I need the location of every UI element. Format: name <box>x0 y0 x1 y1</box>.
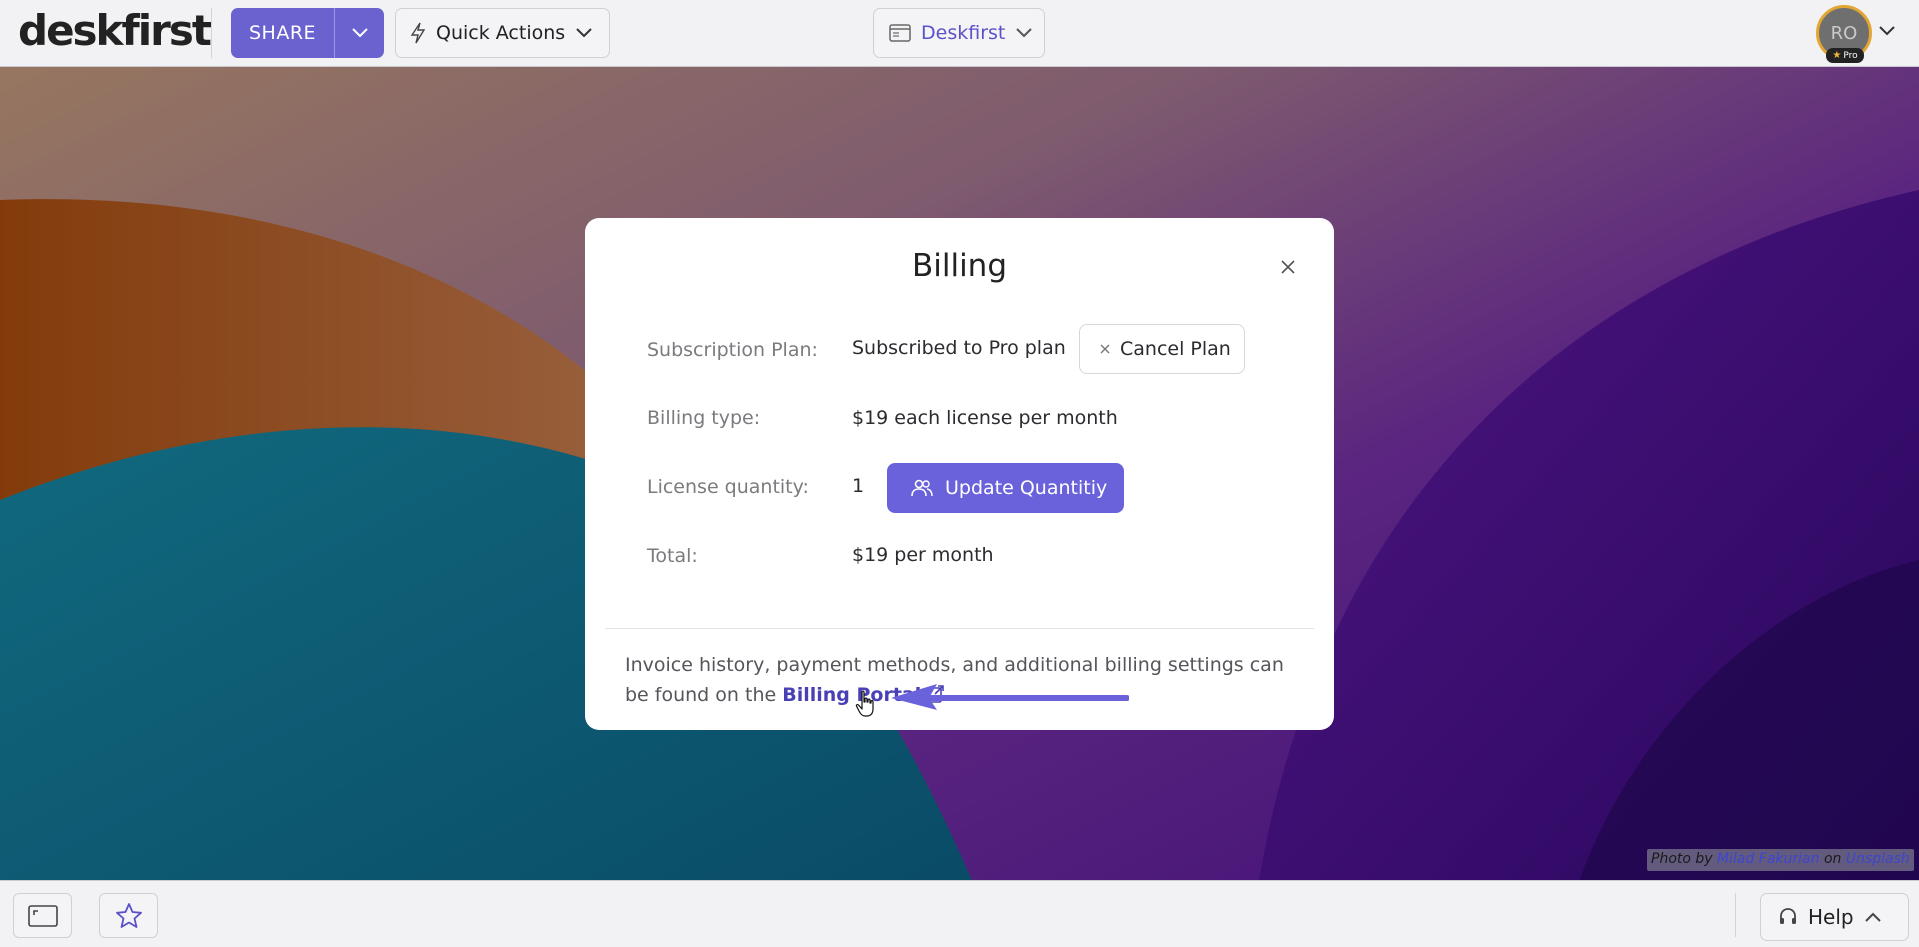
fullscreen-button[interactable] <box>13 893 72 938</box>
caret-down-icon <box>1016 28 1033 38</box>
lightning-icon <box>410 22 426 44</box>
share-button-group: SHARE <box>231 8 384 58</box>
workspace-selector[interactable]: Deskfirst <box>873 8 1045 58</box>
share-dropdown-button[interactable] <box>335 8 384 58</box>
modal-title: Billing <box>911 248 1008 284</box>
photo-credit: Photo by Milad Fakurian on Unsplash <box>1647 849 1914 871</box>
pro-badge: ★ Pro <box>1826 48 1864 63</box>
star-icon <box>115 902 142 928</box>
billing-type-value: $19 each license per month <box>852 407 1118 429</box>
close-icon <box>1281 260 1295 274</box>
topbar-divider <box>211 8 212 58</box>
license-quantity-label: License quantity: <box>647 476 809 498</box>
top-bar: deskfirst SHARE Quick Actions Deskfirst … <box>0 0 1919 67</box>
arrow-icon <box>891 684 1129 710</box>
users-icon <box>911 479 933 497</box>
cancel-plan-label: Cancel Plan <box>1120 338 1231 360</box>
subscription-plan-label: Subscription Plan: <box>647 339 818 361</box>
quick-actions-button[interactable]: Quick Actions <box>395 8 610 58</box>
close-button[interactable] <box>1277 256 1299 278</box>
caret-down-icon <box>1879 26 1895 36</box>
help-button[interactable]: Help <box>1760 893 1909 941</box>
hand-cursor-icon <box>855 690 874 717</box>
cancel-plan-button[interactable]: Cancel Plan <box>1079 324 1245 374</box>
headset-icon <box>1780 908 1796 924</box>
modal-divider <box>605 628 1314 629</box>
star-icon: ★ <box>1832 50 1842 61</box>
subscription-plan-value: Subscribed to Pro plan <box>852 337 1066 359</box>
share-button[interactable]: SHARE <box>231 8 335 58</box>
total-value: $19 per month <box>852 544 994 566</box>
source-link[interactable]: Unsplash <box>1846 851 1910 867</box>
update-quantity-label: Update Quantitiy <box>945 477 1108 499</box>
author-link[interactable]: Milad Fakurian <box>1717 851 1819 867</box>
expand-icon <box>27 904 58 927</box>
help-label: Help <box>1808 905 1854 929</box>
license-quantity-value: 1 <box>852 475 865 497</box>
workspace-label: Deskfirst <box>921 22 1006 44</box>
bottom-bar: Help <box>0 880 1919 947</box>
account-menu-caret[interactable] <box>1878 22 1896 41</box>
total-label: Total: <box>647 545 698 567</box>
update-quantity-button[interactable]: Update Quantitiy <box>887 463 1124 513</box>
close-icon <box>1100 344 1110 354</box>
bottombar-divider <box>1735 893 1736 937</box>
caret-down-icon <box>351 28 368 38</box>
caret-down-icon <box>576 28 592 38</box>
billing-modal: Billing Subscription Plan: Subscribed to… <box>585 218 1334 730</box>
caret-up-icon <box>1864 912 1881 922</box>
avatar-initials: RO <box>1830 22 1858 44</box>
window-icon <box>889 24 911 42</box>
billing-type-label: Billing type: <box>647 407 761 429</box>
app-logo[interactable]: deskfirst <box>18 6 212 55</box>
quick-actions-label: Quick Actions <box>436 22 566 44</box>
favorite-button[interactable] <box>99 893 158 938</box>
